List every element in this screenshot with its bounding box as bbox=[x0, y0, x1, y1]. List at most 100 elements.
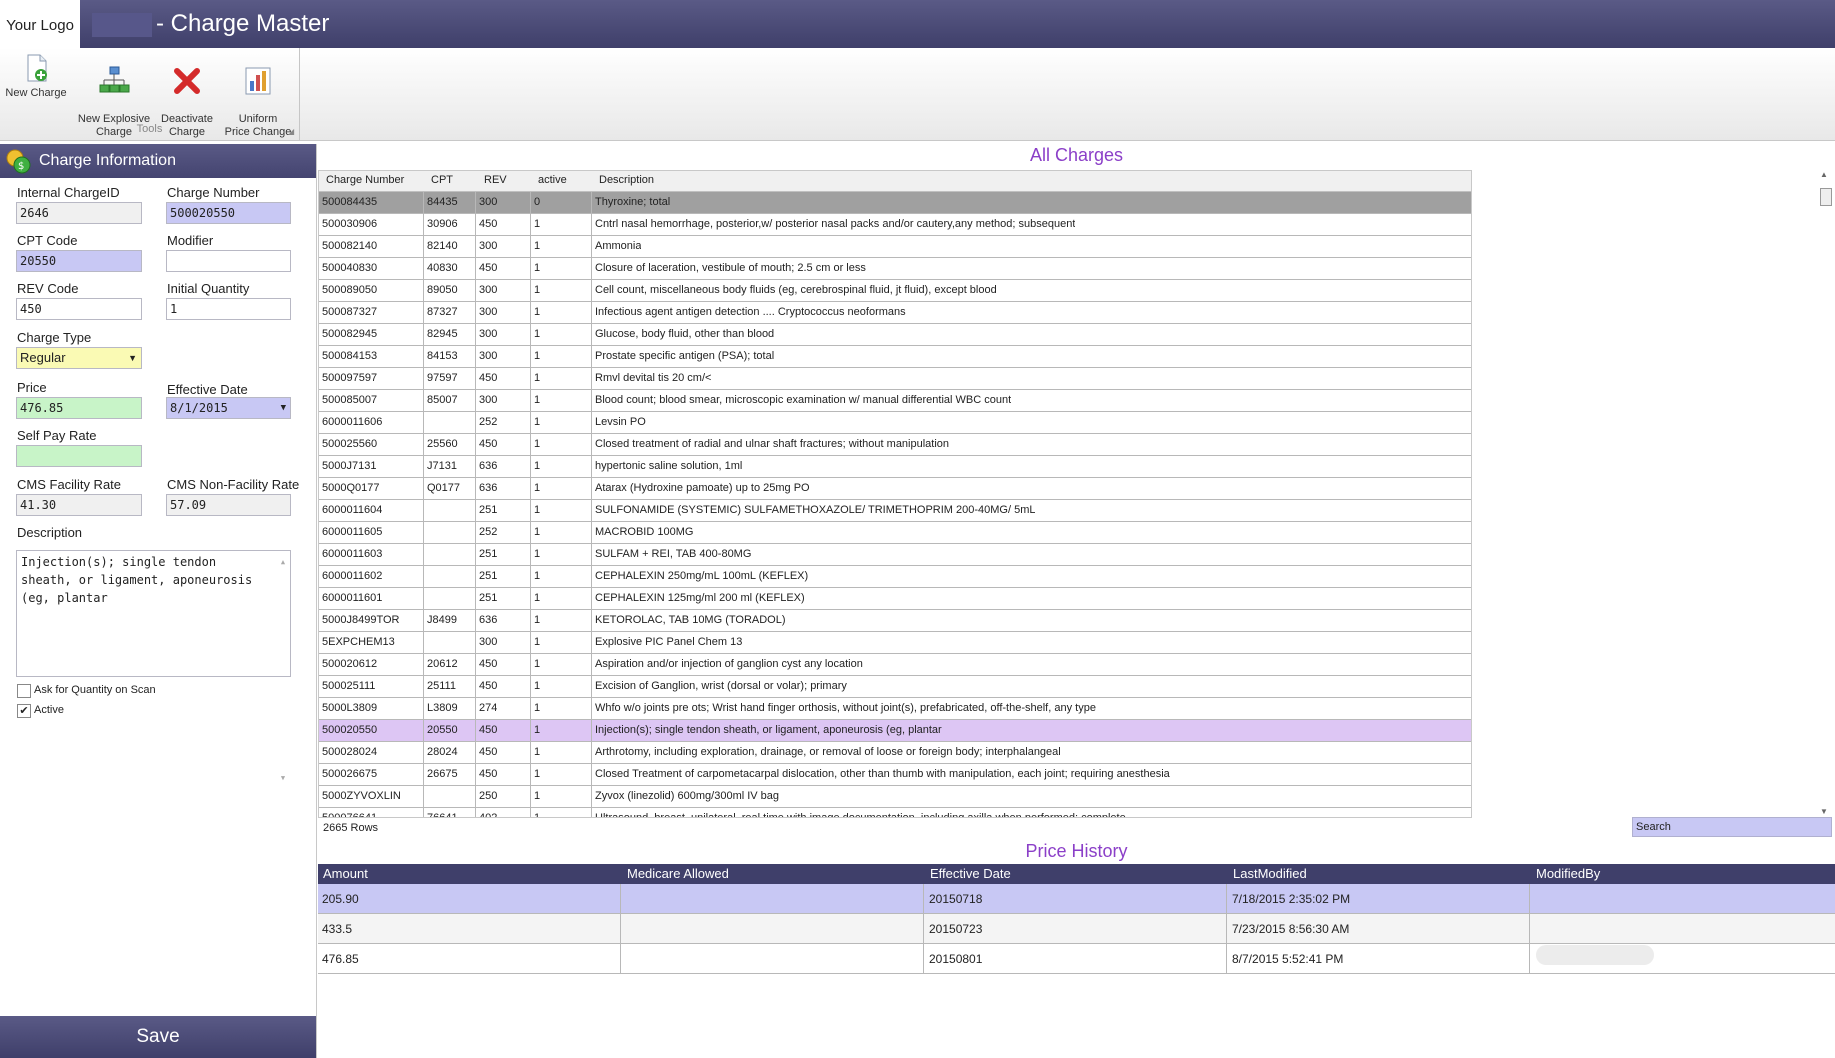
table-row[interactable]: 500087327 87327 300 1 Infectious agent antig… bbox=[319, 302, 1471, 324]
column-divider bbox=[530, 588, 531, 609]
cell-active: 1 bbox=[534, 790, 541, 802]
panel-header: $ Charge Information bbox=[0, 144, 316, 178]
table-row[interactable]: 500025560 25560 450 1 Closed treatment of ra… bbox=[319, 434, 1471, 456]
column-divider bbox=[591, 456, 592, 477]
table-row[interactable]: 5EXPCHEM13 300 1 Explosive PIC Panel Chem 1… bbox=[319, 632, 1471, 654]
table-row[interactable]: 500084435 84435 300 0 Thyroxine; total bbox=[319, 192, 1471, 214]
table-row[interactable]: 500020612 20612 450 1 Aspiration and/or inje… bbox=[319, 654, 1471, 676]
table-row[interactable]: 5000Q0177 Q0177 636 1 Atarax (Hydroxine pamo… bbox=[319, 478, 1471, 500]
table-row[interactable]: 6000011606 252 1 Levsin PO bbox=[319, 412, 1471, 434]
table-row[interactable]: 500026675 26675 450 1 Closed Treatment of ca… bbox=[319, 764, 1471, 786]
cell-cpt: J7131 bbox=[427, 460, 457, 472]
cell-rev: 450 bbox=[479, 724, 498, 736]
table-row[interactable]: 6000011604 251 1 SULFONAMIDE (SYSTEMIC) SUL… bbox=[319, 500, 1471, 522]
column-divider bbox=[475, 742, 476, 763]
table-row[interactable]: 500085007 85007 300 1 Blood count; blood sme… bbox=[319, 390, 1471, 412]
cpt-code-field[interactable]: 20550 bbox=[16, 250, 142, 272]
dialog-launcher-icon[interactable]: ◢ bbox=[288, 127, 294, 136]
col-modified-by[interactable]: ModifiedBy bbox=[1536, 866, 1600, 881]
table-row[interactable]: 5000J7131 J7131 636 1 hypertonic saline solu… bbox=[319, 456, 1471, 478]
ask-quantity-checkbox[interactable] bbox=[17, 684, 31, 698]
col-active[interactable]: active bbox=[538, 174, 567, 186]
cell-description: hypertonic saline solution, 1ml bbox=[595, 460, 743, 472]
column-divider bbox=[423, 632, 424, 653]
column-divider bbox=[530, 720, 531, 741]
cpt-code-label: CPT Code bbox=[17, 233, 78, 248]
checkmark-icon: ✔ bbox=[19, 705, 29, 717]
description-scrollbar[interactable]: ▲ ▼ bbox=[278, 553, 288, 782]
price-history-row[interactable]: 433.5 20150723 7/23/2015 8:56:30 AM bbox=[318, 914, 1835, 944]
table-row[interactable]: 6000011603 251 1 SULFAM + REI, TAB 400-80MG bbox=[319, 544, 1471, 566]
col-last-modified[interactable]: LastModified bbox=[1233, 866, 1307, 881]
table-row[interactable]: 500089050 89050 300 1 Cell count, miscellane… bbox=[319, 280, 1471, 302]
cell-description: Excision of Ganglion, wrist (dorsal or v… bbox=[595, 680, 847, 692]
table-row[interactable]: 500097597 97597 450 1 Rmvl devital tis 20 cm… bbox=[319, 368, 1471, 390]
col-rev[interactable]: REV bbox=[484, 174, 507, 186]
table-row[interactable]: 500082945 82945 300 1 Glucose, body fluid, o… bbox=[319, 324, 1471, 346]
table-row[interactable]: 500082140 82140 300 1 Ammonia bbox=[319, 236, 1471, 258]
column-divider bbox=[423, 764, 424, 785]
save-button[interactable]: Save bbox=[0, 1016, 316, 1058]
effective-date-value: 8/1/2015 bbox=[170, 401, 228, 415]
table-row[interactable]: 6000011601 251 1 CEPHALEXIN 125mg/ml 200 ml… bbox=[319, 588, 1471, 610]
calendar-dropdown-icon[interactable]: ▼ bbox=[281, 398, 286, 418]
table-row[interactable]: 500076641 76641 402 1 Ultrasound, breast, un… bbox=[319, 808, 1471, 817]
cell-description: Infectious agent antigen detection .... … bbox=[595, 306, 906, 318]
cell-rev: 300 bbox=[479, 394, 498, 406]
scroll-down-icon[interactable]: ▼ bbox=[1820, 807, 1828, 816]
scroll-up-icon[interactable]: ▲ bbox=[1820, 170, 1828, 179]
charge-number-field[interactable]: 500020550 bbox=[166, 202, 291, 224]
col-charge-number[interactable]: Charge Number bbox=[326, 174, 404, 186]
rev-code-field[interactable]: 450 bbox=[16, 298, 142, 320]
self-pay-rate-field[interactable] bbox=[16, 445, 142, 467]
price-history-row[interactable]: 205.90 20150718 7/18/2015 2:35:02 PM bbox=[318, 884, 1835, 914]
description-textarea[interactable]: Injection(s); single tendon sheath, or l… bbox=[16, 550, 291, 782]
cell-last-modified: 7/23/2015 8:56:30 AM bbox=[1232, 922, 1350, 936]
column-divider bbox=[530, 676, 531, 697]
column-divider bbox=[530, 192, 531, 213]
modifier-field[interactable] bbox=[166, 250, 291, 272]
internal-id-field[interactable]: 2646 bbox=[16, 202, 142, 224]
column-divider bbox=[475, 324, 476, 345]
grid-scrollbar[interactable]: ▲ ▼ bbox=[1818, 170, 1832, 816]
column-divider bbox=[591, 610, 592, 631]
table-row[interactable]: 500084153 84153 300 1 Prostate specific anti… bbox=[319, 346, 1471, 368]
column-divider bbox=[423, 390, 424, 411]
price-field[interactable]: 476.85 bbox=[16, 397, 142, 419]
col-description[interactable]: Description bbox=[599, 174, 654, 186]
redacted-name bbox=[92, 13, 152, 37]
search-input[interactable]: Search bbox=[1632, 817, 1832, 837]
active-checkbox[interactable]: ✔ bbox=[17, 704, 31, 718]
effective-date-picker[interactable]: 8/1/2015 ▼ bbox=[166, 397, 291, 419]
table-row[interactable]: 5000ZYVOXLIN 250 1 Zyvox (linezolid) 600mg/… bbox=[319, 786, 1471, 808]
charge-type-select[interactable]: Regular ▼ bbox=[16, 347, 142, 369]
table-row[interactable]: 500028024 28024 450 1 Arthrotomy, including … bbox=[319, 742, 1471, 764]
cell-effective-date: 20150718 bbox=[929, 892, 983, 906]
table-row[interactable]: 5000L3809 L3809 274 1 Whfo w/o joints pre ot… bbox=[319, 698, 1471, 720]
cms-nonfacility-rate-field[interactable]: 57.09 bbox=[166, 494, 291, 516]
table-row[interactable]: 6000011602 251 1 CEPHALEXIN 250mg/mL 100mL … bbox=[319, 566, 1471, 588]
all-charges-grid[interactable]: Charge Number CPT REV active Description… bbox=[318, 170, 1472, 818]
app-logo: Your Logo bbox=[0, 0, 80, 48]
scroll-thumb[interactable] bbox=[1820, 188, 1832, 206]
cell-rev: 250 bbox=[479, 790, 498, 802]
initial-quantity-field[interactable]: 1 bbox=[166, 298, 291, 320]
table-row[interactable]: 500030906 30906 450 1 Cntrl nasal hemorrhage… bbox=[319, 214, 1471, 236]
table-row[interactable]: 500025111 25111 450 1 Excision of Ganglion, … bbox=[319, 676, 1471, 698]
table-row[interactable]: 6000011605 252 1 MACROBID 100MG bbox=[319, 522, 1471, 544]
cms-facility-rate-field[interactable]: 41.30 bbox=[16, 494, 142, 516]
col-amount[interactable]: Amount bbox=[323, 866, 368, 881]
column-divider bbox=[475, 654, 476, 675]
col-cpt[interactable]: CPT bbox=[431, 174, 453, 186]
new-charge-button[interactable]: New Charge bbox=[4, 52, 68, 100]
column-divider bbox=[423, 280, 424, 301]
col-medicare-allowed[interactable]: Medicare Allowed bbox=[627, 866, 729, 881]
table-row[interactable]: 5000J8499TOR J8499 636 1 KETOROLAC, TAB 10MG… bbox=[319, 610, 1471, 632]
cell-description: CEPHALEXIN 125mg/ml 200 ml (KEFLEX) bbox=[595, 592, 805, 604]
cell-description: Zyvox (linezolid) 600mg/300ml IV bag bbox=[595, 790, 780, 802]
table-row[interactable]: 500020550 20550 450 1 Injection(s); single t… bbox=[319, 720, 1471, 742]
column-divider bbox=[923, 884, 924, 913]
table-row[interactable]: 500040830 40830 450 1 Closure of laceration,… bbox=[319, 258, 1471, 280]
col-effective-date[interactable]: Effective Date bbox=[930, 866, 1011, 881]
column-divider bbox=[923, 914, 924, 943]
